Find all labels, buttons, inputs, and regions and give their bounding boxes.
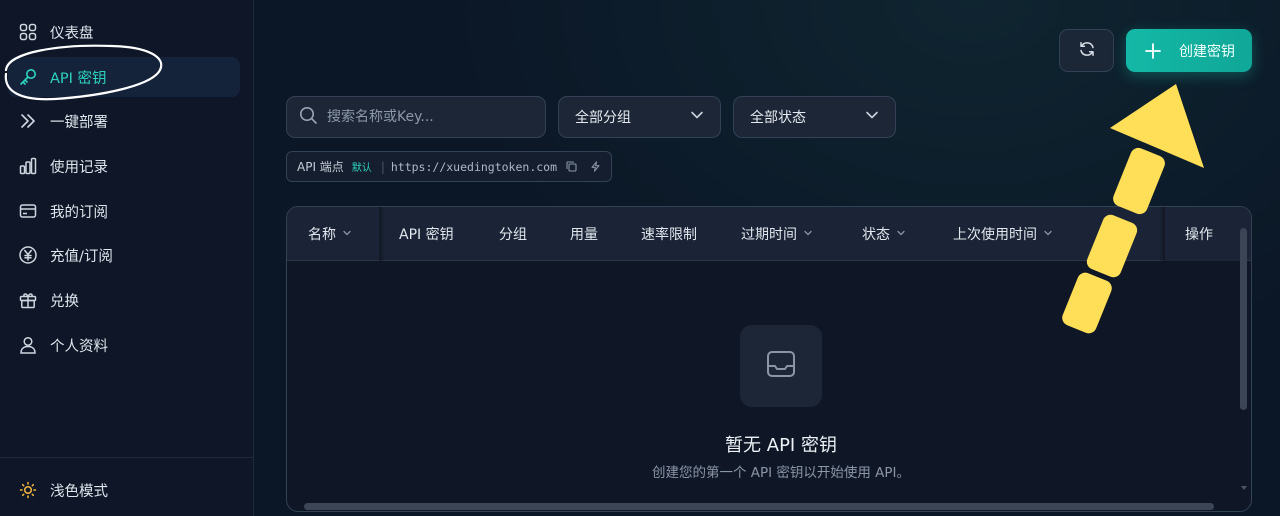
column-header-created: 时间 bbox=[1107, 207, 1135, 261]
column-header-group: 分组 bbox=[499, 207, 527, 261]
copy-icon[interactable] bbox=[566, 161, 577, 172]
bar-chart-icon bbox=[18, 156, 38, 176]
sidebar-item-one-click-deploy[interactable]: 一键部署 bbox=[8, 101, 240, 141]
column-label: 分组 bbox=[499, 227, 527, 243]
endpoint-label: API 端点 bbox=[297, 160, 344, 174]
api-keys-table: 名称 API 密钥 分组 用量 速率限制 过期时间 状态 上次使用时间 时间 操… bbox=[286, 206, 1252, 512]
chevron-down-icon bbox=[803, 226, 813, 242]
scrollbar-thumb[interactable] bbox=[1240, 228, 1247, 410]
theme-toggle[interactable]: 浅色模式 bbox=[8, 470, 240, 510]
column-header-api-key: API 密钥 bbox=[399, 207, 454, 261]
sidebar-item-api-keys[interactable]: API 密钥 bbox=[8, 57, 240, 97]
column-label: 用量 bbox=[570, 227, 598, 243]
theme-toggle-label: 浅色模式 bbox=[50, 483, 108, 500]
empty-state-title: 暂无 API 密钥 bbox=[725, 435, 837, 456]
inbox-icon bbox=[765, 348, 797, 384]
status-select[interactable]: 全部状态 bbox=[733, 96, 896, 138]
sidebar-item-subscriptions[interactable]: 我的订阅 bbox=[8, 191, 240, 231]
table-header: 名称 API 密钥 分组 用量 速率限制 过期时间 状态 上次使用时间 时间 操… bbox=[287, 207, 1251, 261]
credit-card-icon bbox=[18, 201, 38, 221]
sidebar-item-recharge[interactable]: 充值/订阅 bbox=[8, 235, 240, 275]
create-key-button[interactable]: 创建密钥 bbox=[1126, 29, 1252, 72]
search-box[interactable] bbox=[286, 96, 546, 138]
sidebar-item-label: 仪表盘 bbox=[50, 25, 94, 42]
sidebar-item-label: 使用记录 bbox=[50, 159, 108, 176]
column-label: 时间 bbox=[1107, 227, 1135, 243]
sidebar-item-usage[interactable]: 使用记录 bbox=[8, 146, 240, 186]
sidebar-item-profile[interactable]: 个人资料 bbox=[8, 325, 240, 365]
user-icon bbox=[18, 335, 38, 355]
sidebar: 仪表盘 API 密钥 一键部署 使用记录 我的订阅 充值/订阅 兑换 个人资料 … bbox=[0, 0, 254, 516]
key-icon bbox=[18, 67, 38, 87]
plus-icon bbox=[1143, 41, 1163, 61]
column-header-status[interactable]: 状态 bbox=[862, 207, 906, 261]
column-label: 名称 bbox=[308, 227, 336, 243]
column-header-rate-limit: 速率限制 bbox=[641, 207, 697, 261]
chevron-down-icon bbox=[1043, 226, 1053, 242]
chevron-down-icon bbox=[896, 226, 906, 242]
empty-state-icon-box bbox=[740, 325, 822, 407]
double-chevron-icon bbox=[18, 111, 38, 131]
column-label: API 密钥 bbox=[399, 227, 454, 243]
sidebar-item-label: 兑换 bbox=[50, 293, 79, 310]
sidebar-item-label: 我的订阅 bbox=[50, 204, 108, 221]
divider: | bbox=[380, 159, 385, 174]
column-label: 状态 bbox=[862, 227, 890, 243]
search-icon bbox=[299, 106, 318, 129]
column-header-name[interactable]: 名称 bbox=[308, 207, 352, 261]
refresh-button[interactable] bbox=[1059, 29, 1114, 72]
sticky-shadow bbox=[379, 207, 385, 261]
yen-icon bbox=[18, 245, 38, 265]
sidebar-item-label: 充值/订阅 bbox=[50, 248, 113, 265]
column-header-expires[interactable]: 过期时间 bbox=[741, 207, 813, 261]
endpoint-url[interactable]: https://xuedingtoken.com bbox=[391, 160, 557, 174]
grid-icon bbox=[18, 22, 38, 42]
column-header-actions: 操作 bbox=[1185, 207, 1213, 261]
sun-icon bbox=[18, 480, 38, 500]
chevron-down-icon bbox=[690, 108, 704, 126]
column-label: 过期时间 bbox=[741, 227, 797, 243]
column-header-last-used[interactable]: 上次使用时间 bbox=[953, 207, 1053, 261]
horizontal-scrollbar[interactable] bbox=[290, 500, 1236, 512]
group-select[interactable]: 全部分组 bbox=[558, 96, 721, 138]
column-header-usage: 用量 bbox=[570, 207, 598, 261]
vertical-scrollbar[interactable] bbox=[1238, 222, 1250, 498]
column-label: 上次使用时间 bbox=[953, 227, 1037, 243]
empty-state-subtitle: 创建您的第一个 API 密钥以开始使用 API。 bbox=[651, 465, 911, 481]
sidebar-item-label: 一键部署 bbox=[50, 114, 108, 131]
scroll-down-icon[interactable] bbox=[1240, 484, 1248, 492]
default-badge: 默认 bbox=[351, 163, 372, 174]
sidebar-item-label: API 密钥 bbox=[50, 70, 107, 87]
chevron-down-icon bbox=[342, 226, 352, 242]
chevron-down-icon bbox=[865, 108, 879, 126]
sidebar-item-label: 个人资料 bbox=[50, 338, 108, 355]
group-select-value: 全部分组 bbox=[575, 110, 631, 126]
sidebar-divider bbox=[0, 457, 253, 458]
column-label: 操作 bbox=[1185, 227, 1213, 243]
sidebar-item-redeem[interactable]: 兑换 bbox=[8, 280, 240, 320]
gift-icon bbox=[18, 290, 38, 310]
lightning-icon[interactable] bbox=[590, 161, 601, 172]
refresh-icon bbox=[1078, 40, 1096, 62]
create-key-label: 创建密钥 bbox=[1179, 43, 1235, 60]
sidebar-item-dashboard[interactable]: 仪表盘 bbox=[8, 12, 240, 52]
column-label: 速率限制 bbox=[641, 227, 697, 243]
status-select-value: 全部状态 bbox=[750, 110, 806, 126]
scrollbar-thumb[interactable] bbox=[304, 503, 1214, 510]
api-endpoint-bar: API 端点 默认 | https://xuedingtoken.com bbox=[286, 151, 612, 182]
search-input[interactable] bbox=[327, 109, 527, 125]
